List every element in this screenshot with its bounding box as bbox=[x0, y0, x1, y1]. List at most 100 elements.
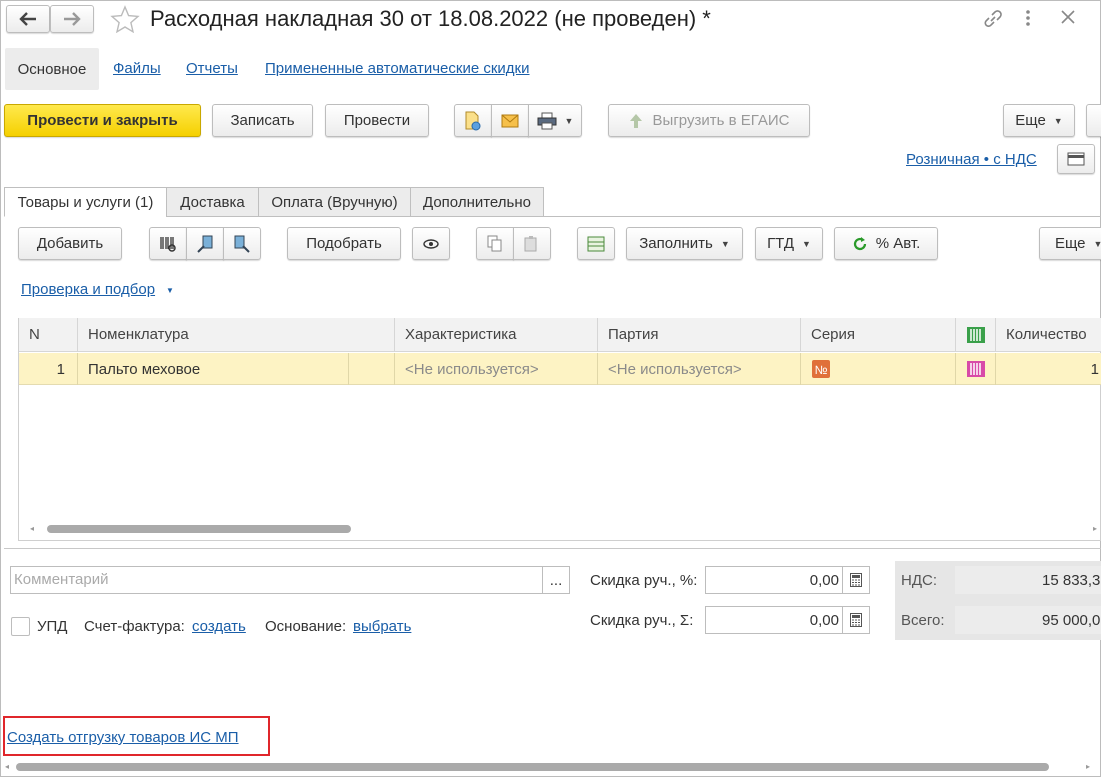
barcode-search-button[interactable] bbox=[149, 227, 187, 260]
tab-goods-services[interactable]: Товары и услуги (1) bbox=[4, 187, 167, 217]
card-icon bbox=[1067, 152, 1085, 166]
pick-button[interactable]: Подобрать bbox=[287, 227, 401, 260]
back-button[interactable] bbox=[6, 5, 50, 33]
upd-checkbox[interactable] bbox=[11, 617, 30, 636]
view-button[interactable] bbox=[412, 227, 450, 260]
discount-sum-input[interactable]: 0,00 bbox=[705, 606, 843, 634]
fill-label: Заполнить bbox=[639, 235, 713, 252]
discount-sum-label: Скидка руч., Σ: bbox=[590, 612, 694, 629]
save-button[interactable]: Записать bbox=[212, 104, 313, 137]
add-button[interactable]: Добавить bbox=[18, 227, 122, 260]
vat-label: НДС: bbox=[901, 572, 937, 589]
row-series-cell[interactable]: № bbox=[801, 353, 956, 385]
chevron-down-icon: ▼ bbox=[1093, 238, 1101, 249]
upload-egais-label: Выгрузить в ЕГАИС bbox=[652, 112, 790, 129]
terminal-upload-icon bbox=[234, 235, 250, 253]
change-button[interactable] bbox=[577, 227, 615, 260]
tab-payment[interactable]: Оплата (Вручную) bbox=[258, 187, 411, 217]
more-button[interactable]: Еще ▼ bbox=[1003, 104, 1075, 137]
gtd-button[interactable]: ГТД ▼ bbox=[755, 227, 823, 260]
copy-button[interactable] bbox=[476, 227, 514, 260]
marking-code-icon bbox=[966, 326, 985, 343]
window-scroll-right-icon[interactable]: ▸ bbox=[1086, 762, 1090, 771]
nav-tab-auto-discounts[interactable]: Примененные автоматические скидки bbox=[265, 60, 530, 77]
discount-pct-calc-button[interactable] bbox=[842, 566, 870, 594]
marking-status-icon bbox=[966, 361, 985, 377]
nav-tab-reports[interactable]: Отчеты bbox=[186, 60, 238, 77]
invoice-create-link[interactable]: создать bbox=[192, 618, 246, 635]
chevron-down-icon: ▼ bbox=[720, 238, 730, 249]
price-type-link[interactable]: Розничная • с НДС bbox=[906, 151, 1037, 168]
link-icon[interactable] bbox=[982, 8, 1004, 32]
create-based-on-button[interactable] bbox=[454, 104, 492, 137]
post-and-close-button[interactable]: Провести и закрыть bbox=[4, 104, 201, 137]
price-settings-button[interactable] bbox=[1057, 144, 1095, 174]
close-icon[interactable] bbox=[1061, 10, 1075, 28]
row-marking-cell[interactable] bbox=[956, 353, 996, 385]
paste-icon bbox=[524, 235, 537, 251]
auto-discount-button[interactable]: % Авт. bbox=[834, 227, 938, 260]
window-title: Расходная накладная 30 от 18.08.2022 (не… bbox=[150, 6, 711, 31]
favorite-star-icon[interactable] bbox=[110, 5, 140, 37]
fill-button[interactable]: Заполнить ▼ bbox=[626, 227, 743, 260]
create-shipment-link[interactable]: Создать отгрузку товаров ИС МП bbox=[7, 729, 239, 746]
copy-icon bbox=[487, 235, 502, 251]
row-item-extra-cell[interactable] bbox=[349, 353, 395, 385]
barcode-icon bbox=[160, 236, 176, 252]
comment-placeholder: Комментарий bbox=[14, 571, 109, 588]
row-characteristic-cell[interactable]: <Не используется> bbox=[395, 353, 598, 385]
send-email-button[interactable] bbox=[491, 104, 529, 137]
paste-button[interactable] bbox=[513, 227, 551, 260]
data-collection-terminal-button[interactable] bbox=[186, 227, 224, 260]
invoice-label: Счет-фактура: bbox=[84, 618, 185, 635]
window-scroll-left-icon[interactable]: ◂ bbox=[5, 762, 9, 771]
envelope-icon bbox=[501, 114, 519, 127]
printer-icon bbox=[537, 112, 557, 129]
check-and-pick-link[interactable]: Проверка и подбор bbox=[21, 281, 155, 298]
more-vertical-icon[interactable] bbox=[1025, 9, 1031, 31]
nav-tab-main[interactable]: Основное bbox=[5, 48, 99, 90]
table-scroll-left-icon[interactable]: ◂ bbox=[30, 524, 34, 533]
arrow-up-icon bbox=[629, 113, 642, 128]
grid-more-button[interactable]: Еще ▼ bbox=[1039, 227, 1101, 260]
help-button[interactable] bbox=[1086, 104, 1101, 137]
column-header-series[interactable]: Серия bbox=[801, 318, 956, 352]
column-header-qty[interactable]: Количество bbox=[996, 318, 1101, 352]
table-scrollbar-thumb[interactable] bbox=[47, 525, 351, 533]
row-batch-cell[interactable]: <Не используется> bbox=[598, 353, 801, 385]
column-header-item[interactable]: Номенклатура bbox=[78, 318, 395, 352]
tab-delivery[interactable]: Доставка bbox=[166, 187, 259, 217]
discount-sum-value: 0,00 bbox=[809, 612, 839, 629]
print-button[interactable]: ▼ bbox=[528, 104, 582, 137]
comment-expand-button[interactable]: ... bbox=[542, 566, 570, 594]
terminal-upload-button[interactable] bbox=[223, 227, 261, 260]
row-item-cell[interactable]: Пальто меховое bbox=[78, 353, 349, 385]
calculator-icon bbox=[850, 573, 862, 587]
window-scrollbar-thumb[interactable] bbox=[16, 763, 1049, 771]
table-scroll-right-icon[interactable]: ▸ bbox=[1093, 524, 1097, 533]
tab-additional[interactable]: Дополнительно bbox=[410, 187, 544, 217]
series-number-icon: № bbox=[812, 360, 830, 378]
total-value: 95 000,0 bbox=[1042, 612, 1101, 629]
row-n-cell[interactable]: 1 bbox=[19, 353, 78, 385]
table-edit-icon bbox=[587, 236, 605, 251]
discount-pct-value: 0,00 bbox=[809, 572, 839, 589]
chevron-down-icon: ▼ bbox=[564, 115, 574, 126]
nav-tab-files[interactable]: Файлы bbox=[113, 60, 161, 77]
arrow-left-icon bbox=[19, 12, 36, 26]
chevron-down-icon[interactable]: ▼ bbox=[166, 286, 174, 295]
column-header-batch[interactable]: Партия bbox=[598, 318, 801, 352]
basis-select-link[interactable]: выбрать bbox=[353, 618, 411, 635]
forward-button[interactable] bbox=[50, 5, 94, 33]
comment-input[interactable]: Комментарий bbox=[10, 566, 543, 594]
column-header-marking[interactable] bbox=[956, 318, 996, 352]
row-qty-cell[interactable]: 1 bbox=[996, 353, 1101, 385]
nav-tab-main-label: Основное bbox=[17, 60, 87, 78]
column-header-n[interactable]: N bbox=[19, 318, 78, 352]
grid-more-label: Еще bbox=[1055, 235, 1086, 252]
discount-sum-calc-button[interactable] bbox=[842, 606, 870, 634]
column-header-characteristic[interactable]: Характеристика bbox=[395, 318, 598, 352]
upload-egais-button[interactable]: Выгрузить в ЕГАИС bbox=[608, 104, 810, 137]
post-button[interactable]: Провести bbox=[325, 104, 429, 137]
discount-pct-input[interactable]: 0,00 bbox=[705, 566, 843, 594]
